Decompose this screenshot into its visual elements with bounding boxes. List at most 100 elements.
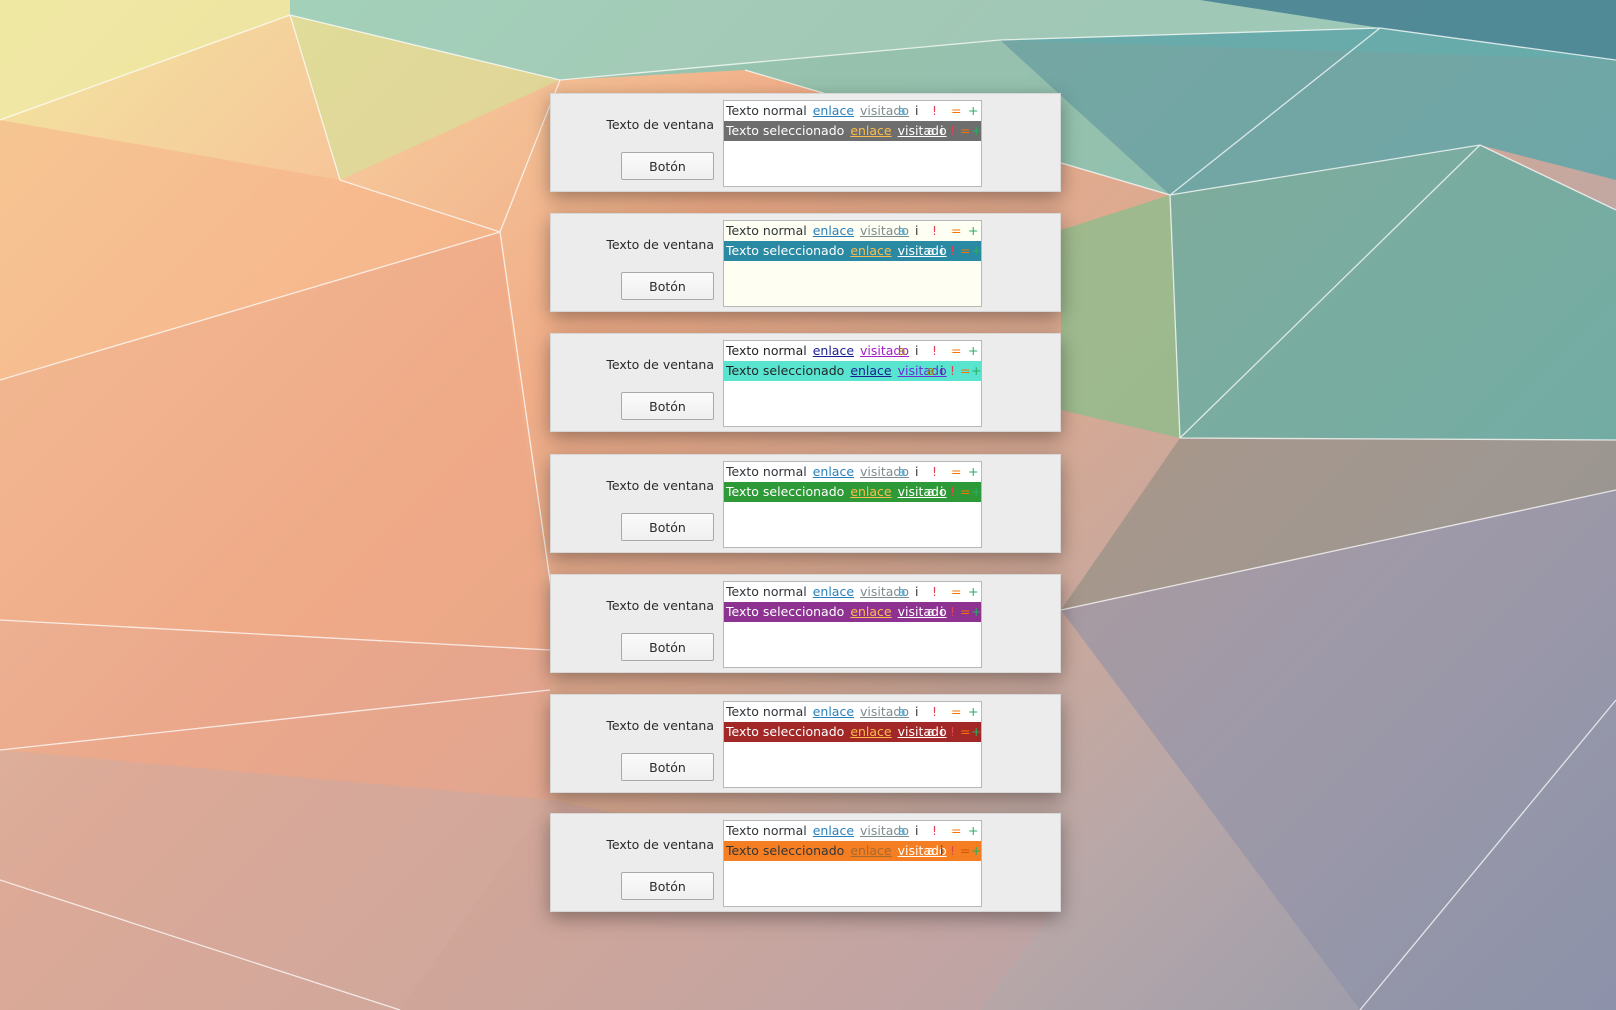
inactive-text-sample: i [915,343,919,358]
window-text-label: Texto de ventana [606,357,714,372]
selected-neutral-sample: = [960,243,971,258]
selected-text: Texto seleccionado [726,843,845,858]
scheme-preview: Texto de ventana Botón Texto normal enlac… [550,574,1061,673]
view-sample: Texto normal enlace visitado a i ! = + Tex… [723,340,982,427]
scheme-preview: Texto de ventana Botón Texto normal enlac… [550,694,1061,793]
selected-neutral-sample: = [960,484,971,499]
selected-negative-sample: ! [950,123,956,138]
sample-button[interactable]: Botón [621,633,714,661]
selected-text-row: Texto seleccionado enlace visitado a i ! =… [724,241,981,261]
positive-text-sample: + [968,823,979,838]
selected-positive-sample: + [971,843,981,858]
active-text-sample: a [898,343,906,358]
inactive-text-sample: i [915,464,919,479]
sample-button[interactable]: Botón [621,753,714,781]
selected-text-row: Texto seleccionado enlace visitado a i ! =… [724,722,981,742]
selected-negative-sample: ! [950,604,956,619]
sample-button[interactable]: Botón [621,272,714,300]
selected-active-sample: a [927,243,935,258]
neutral-text-sample: = [951,343,962,358]
neutral-text-sample: = [951,103,962,118]
link-sample[interactable]: enlace [813,702,854,722]
selected-neutral-sample: = [960,363,971,378]
selected-text-row: Texto seleccionado enlace visitado a i ! =… [724,841,981,861]
selected-link-sample[interactable]: enlace [850,841,891,861]
neutral-text-sample: = [951,464,962,479]
link-sample[interactable]: enlace [813,341,854,361]
normal-text: Texto normal [726,464,807,479]
selected-link-sample[interactable]: enlace [850,361,891,381]
positive-text-sample: + [968,223,979,238]
selected-negative-sample: ! [950,724,956,739]
scheme-preview: Texto de ventana Botón Texto normal enlac… [550,93,1061,192]
selected-positive-sample: + [971,363,981,378]
selected-text-row: Texto seleccionado enlace visitado a i ! =… [724,121,981,141]
window-text-label: Texto de ventana [606,718,714,733]
positive-text-sample: + [968,584,979,599]
neutral-text-sample: = [951,823,962,838]
scheme-preview: Texto de ventana Botón Texto normal enlac… [550,813,1061,912]
normal-text-row: Texto normal enlace visitado a i ! = + [724,582,981,602]
active-text-sample: a [898,704,906,719]
normal-text-row: Texto normal enlace visitado a i ! = + [724,341,981,361]
selected-link-sample[interactable]: enlace [850,241,891,261]
active-text-sample: a [898,584,906,599]
sample-button[interactable]: Botón [621,872,714,900]
inactive-text-sample: i [915,704,919,719]
window-text-label: Texto de ventana [606,237,714,252]
normal-text-row: Texto normal enlace visitado a i ! = + [724,462,981,482]
normal-text-row: Texto normal enlace visitado a i ! = + [724,702,981,722]
negative-text-sample: ! [932,103,938,118]
selected-inactive-sample: i [940,724,944,739]
sample-button[interactable]: Botón [621,152,714,180]
sample-button[interactable]: Botón [621,513,714,541]
selected-neutral-sample: = [960,843,971,858]
active-text-sample: a [898,823,906,838]
selected-neutral-sample: = [960,724,971,739]
selected-text: Texto seleccionado [726,484,845,499]
selected-neutral-sample: = [960,604,971,619]
selected-text-row: Texto seleccionado enlace visitado a i ! =… [724,361,981,381]
inactive-text-sample: i [915,223,919,238]
inactive-text-sample: i [915,103,919,118]
negative-text-sample: ! [932,464,938,479]
normal-text: Texto normal [726,223,807,238]
selected-positive-sample: + [971,243,981,258]
selected-active-sample: a [927,123,935,138]
selected-text: Texto seleccionado [726,604,845,619]
selected-active-sample: a [927,843,935,858]
selected-active-sample: a [927,724,935,739]
link-sample[interactable]: enlace [813,101,854,121]
view-sample: Texto normal enlace visitado a i ! = + Tex… [723,220,982,307]
selected-link-sample[interactable]: enlace [850,482,891,502]
window-text-label: Texto de ventana [606,598,714,613]
link-sample[interactable]: enlace [813,221,854,241]
selected-inactive-sample: i [940,843,944,858]
selected-link-sample[interactable]: enlace [850,722,891,742]
normal-text-row: Texto normal enlace visitado a i ! = + [724,821,981,841]
window-text-label: Texto de ventana [606,837,714,852]
negative-text-sample: ! [932,704,938,719]
sample-button[interactable]: Botón [621,392,714,420]
positive-text-sample: + [968,704,979,719]
view-sample: Texto normal enlace visitado a i ! = + Tex… [723,820,982,907]
inactive-text-sample: i [915,584,919,599]
normal-text: Texto normal [726,343,807,358]
selected-negative-sample: ! [950,484,956,499]
link-sample[interactable]: enlace [813,462,854,482]
selected-active-sample: a [927,604,935,619]
selected-link-sample[interactable]: enlace [850,121,891,141]
selected-negative-sample: ! [950,243,956,258]
selected-text-row: Texto seleccionado enlace visitado a i ! =… [724,602,981,622]
selected-text-row: Texto seleccionado enlace visitado a i ! =… [724,482,981,502]
link-sample[interactable]: enlace [813,821,854,841]
link-sample[interactable]: enlace [813,582,854,602]
active-text-sample: a [898,464,906,479]
selected-link-sample[interactable]: enlace [850,602,891,622]
view-sample: Texto normal enlace visitado a i ! = + Tex… [723,701,982,788]
negative-text-sample: ! [932,343,938,358]
view-sample: Texto normal enlace visitado a i ! = + Tex… [723,100,982,187]
neutral-text-sample: = [951,584,962,599]
selected-inactive-sample: i [940,243,944,258]
selected-active-sample: a [927,363,935,378]
